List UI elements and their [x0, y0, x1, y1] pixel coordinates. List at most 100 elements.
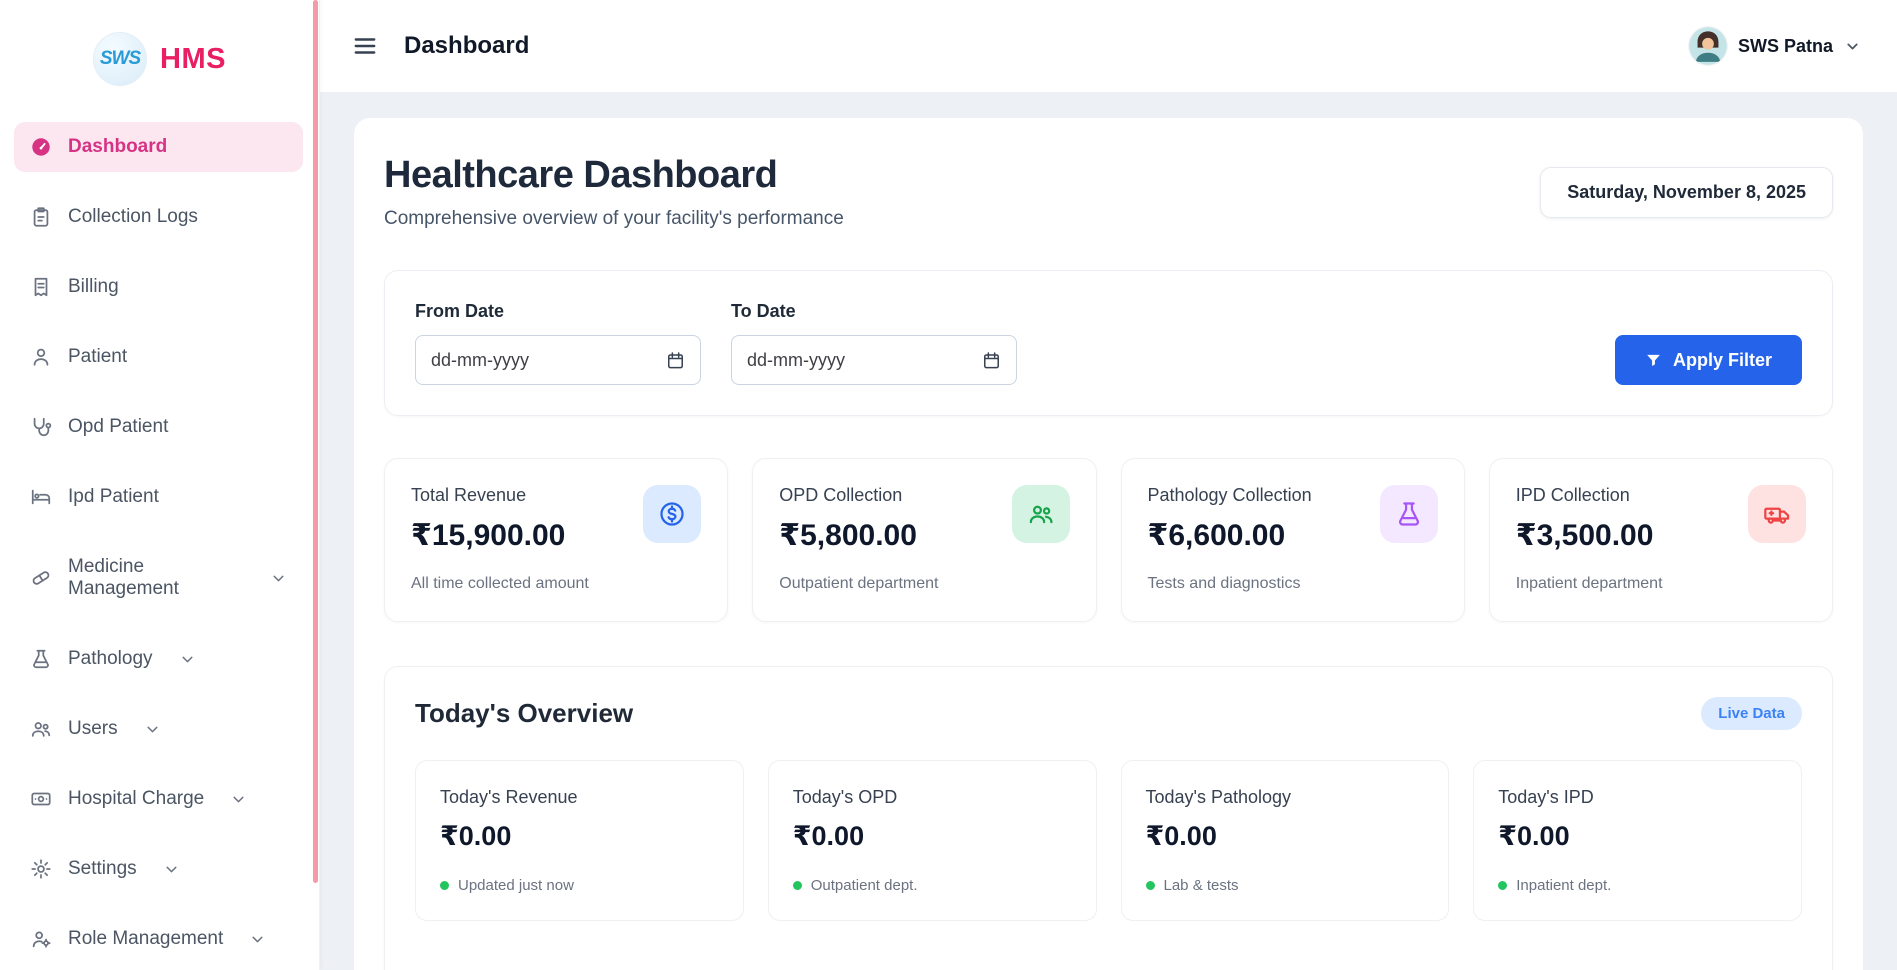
stat-value: ₹3,500.00 [1516, 518, 1654, 553]
stat-label: Total Revenue [411, 485, 565, 506]
sidebar-item-role-management[interactable]: Role Management [14, 914, 303, 964]
stats-row: Total Revenue ₹15,900.00 All time collec… [384, 458, 1833, 622]
user-name: SWS Patna [1738, 36, 1833, 57]
stat-desc: Outpatient department [779, 575, 1069, 593]
sidebar-item-label: Pathology [68, 648, 153, 670]
page-subtitle: Comprehensive overview of your facility'… [384, 208, 844, 230]
avatar [1689, 27, 1727, 65]
sidebar-item-dashboard[interactable]: Dashboard [14, 122, 303, 172]
content-area: Healthcare Dashboard Comprehensive overv… [320, 92, 1897, 970]
menu-toggle-button[interactable] [352, 33, 378, 59]
sidebar-item-settings[interactable]: Settings [14, 844, 303, 894]
filter-funnel-icon [1645, 352, 1662, 369]
dashboard-panel: Healthcare Dashboard Comprehensive overv… [354, 118, 1863, 970]
sidebar-item-collection-logs[interactable]: Collection Logs [14, 192, 303, 242]
todays-overview-card: Today's Overview Live Data Today's Reven… [384, 666, 1833, 970]
ambulance-icon [1748, 485, 1806, 543]
from-date-label: From Date [415, 301, 701, 322]
topbar-title: Dashboard [404, 32, 529, 60]
today-card-revenue: Today's Revenue ₹0.00 Updated just now [415, 760, 744, 921]
to-date-input[interactable]: dd-mm-yyyy [731, 335, 1017, 385]
sidebar-scrollbar-thumb[interactable] [313, 0, 318, 883]
chevron-down-icon [249, 931, 266, 948]
to-date-field: To Date dd-mm-yyyy [731, 301, 1017, 385]
today-label: Today's OPD [793, 787, 1072, 808]
sidebar-item-label: Settings [68, 858, 137, 880]
todays-overview-title: Today's Overview [415, 698, 633, 729]
today-grid: Today's Revenue ₹0.00 Updated just now T… [415, 760, 1802, 921]
to-date-label: To Date [731, 301, 1017, 322]
brand[interactable]: SWS HMS [0, 0, 319, 118]
sidebar-item-opd-patient[interactable]: Opd Patient [14, 402, 303, 452]
live-data-badge: Live Data [1701, 697, 1802, 730]
stat-card-ipd-collection: IPD Collection ₹3,500.00 Inpatient depar… [1489, 458, 1833, 622]
sidebar-item-hospital-charge[interactable]: Hospital Charge [14, 774, 303, 824]
live-status-dot [793, 881, 802, 890]
today-card-pathology: Today's Pathology ₹0.00 Lab & tests [1121, 760, 1450, 921]
banknote-icon [30, 788, 52, 810]
capsule-icon [30, 567, 52, 589]
sidebar-item-billing[interactable]: Billing [14, 262, 303, 312]
sidebar-item-label: Billing [68, 276, 119, 298]
date-placeholder: dd-mm-yyyy [431, 350, 529, 371]
stat-label: OPD Collection [779, 485, 917, 506]
flask-icon [30, 648, 52, 670]
calendar-icon[interactable] [982, 351, 1001, 370]
sidebar-item-label: Patient [68, 346, 127, 368]
stat-value: ₹5,800.00 [779, 518, 917, 553]
person-icon [30, 346, 52, 368]
today-value: ₹0.00 [793, 821, 1072, 852]
sidebar-item-label: Ipd Patient [68, 486, 159, 508]
dollar-circle-icon [643, 485, 701, 543]
today-status: Lab & tests [1164, 877, 1239, 894]
sidebar-item-label: Hospital Charge [68, 788, 204, 810]
stat-value: ₹15,900.00 [411, 518, 565, 553]
gear-icon [30, 858, 52, 880]
today-status: Outpatient dept. [811, 877, 918, 894]
people-icon [30, 718, 52, 740]
chevron-down-icon [230, 791, 247, 808]
stat-desc: Tests and diagnostics [1148, 575, 1438, 593]
live-status-dot [440, 881, 449, 890]
page-header: Healthcare Dashboard Comprehensive overv… [384, 154, 1833, 230]
sidebar-nav: Dashboard Collection Logs Billing Patien… [0, 118, 319, 964]
chevron-down-icon [270, 570, 287, 587]
date-placeholder: dd-mm-yyyy [747, 350, 845, 371]
sidebar-item-label: Users [68, 718, 118, 740]
from-date-input[interactable]: dd-mm-yyyy [415, 335, 701, 385]
topbar: Dashboard SWS Patna [320, 0, 1897, 92]
sidebar-item-ipd-patient[interactable]: Ipd Patient [14, 472, 303, 522]
today-card-opd: Today's OPD ₹0.00 Outpatient dept. [768, 760, 1097, 921]
sidebar-item-label: Collection Logs [68, 206, 198, 228]
apply-filter-button[interactable]: Apply Filter [1615, 335, 1802, 385]
sidebar-item-users[interactable]: Users [14, 704, 303, 754]
chevron-down-icon [144, 721, 161, 738]
today-label: Today's IPD [1498, 787, 1777, 808]
calendar-icon[interactable] [666, 351, 685, 370]
dashboard-gauge-icon [30, 136, 52, 158]
sidebar-item-medicine-management[interactable]: Medicine Management [14, 542, 303, 614]
filter-card: From Date dd-mm-yyyy To Date dd-mm-yyyy [384, 270, 1833, 416]
stethoscope-icon [30, 416, 52, 438]
user-gear-icon [30, 928, 52, 950]
receipt-icon [30, 276, 52, 298]
sidebar-item-label: Dashboard [68, 136, 167, 158]
today-status: Updated just now [458, 877, 574, 894]
sidebar-item-patient[interactable]: Patient [14, 332, 303, 382]
people-group-icon [1012, 485, 1070, 543]
sidebar-scrollbar[interactable] [313, 0, 318, 970]
user-menu[interactable]: SWS Patna [1689, 27, 1861, 65]
sidebar: SWS HMS Dashboard Collection Logs [0, 0, 320, 970]
today-label: Today's Pathology [1146, 787, 1425, 808]
main-area: Dashboard SWS Patna [320, 0, 1897, 970]
today-label: Today's Revenue [440, 787, 719, 808]
stat-label: IPD Collection [1516, 485, 1654, 506]
stat-card-total-revenue: Total Revenue ₹15,900.00 All time collec… [384, 458, 728, 622]
stat-card-opd-collection: OPD Collection ₹5,800.00 Outpatient depa… [752, 458, 1096, 622]
live-status-dot [1498, 881, 1507, 890]
chevron-down-icon [1844, 38, 1861, 55]
today-value: ₹0.00 [1498, 821, 1777, 852]
chevron-down-icon [179, 651, 196, 668]
sidebar-item-pathology[interactable]: Pathology [14, 634, 303, 684]
live-status-dot [1146, 881, 1155, 890]
